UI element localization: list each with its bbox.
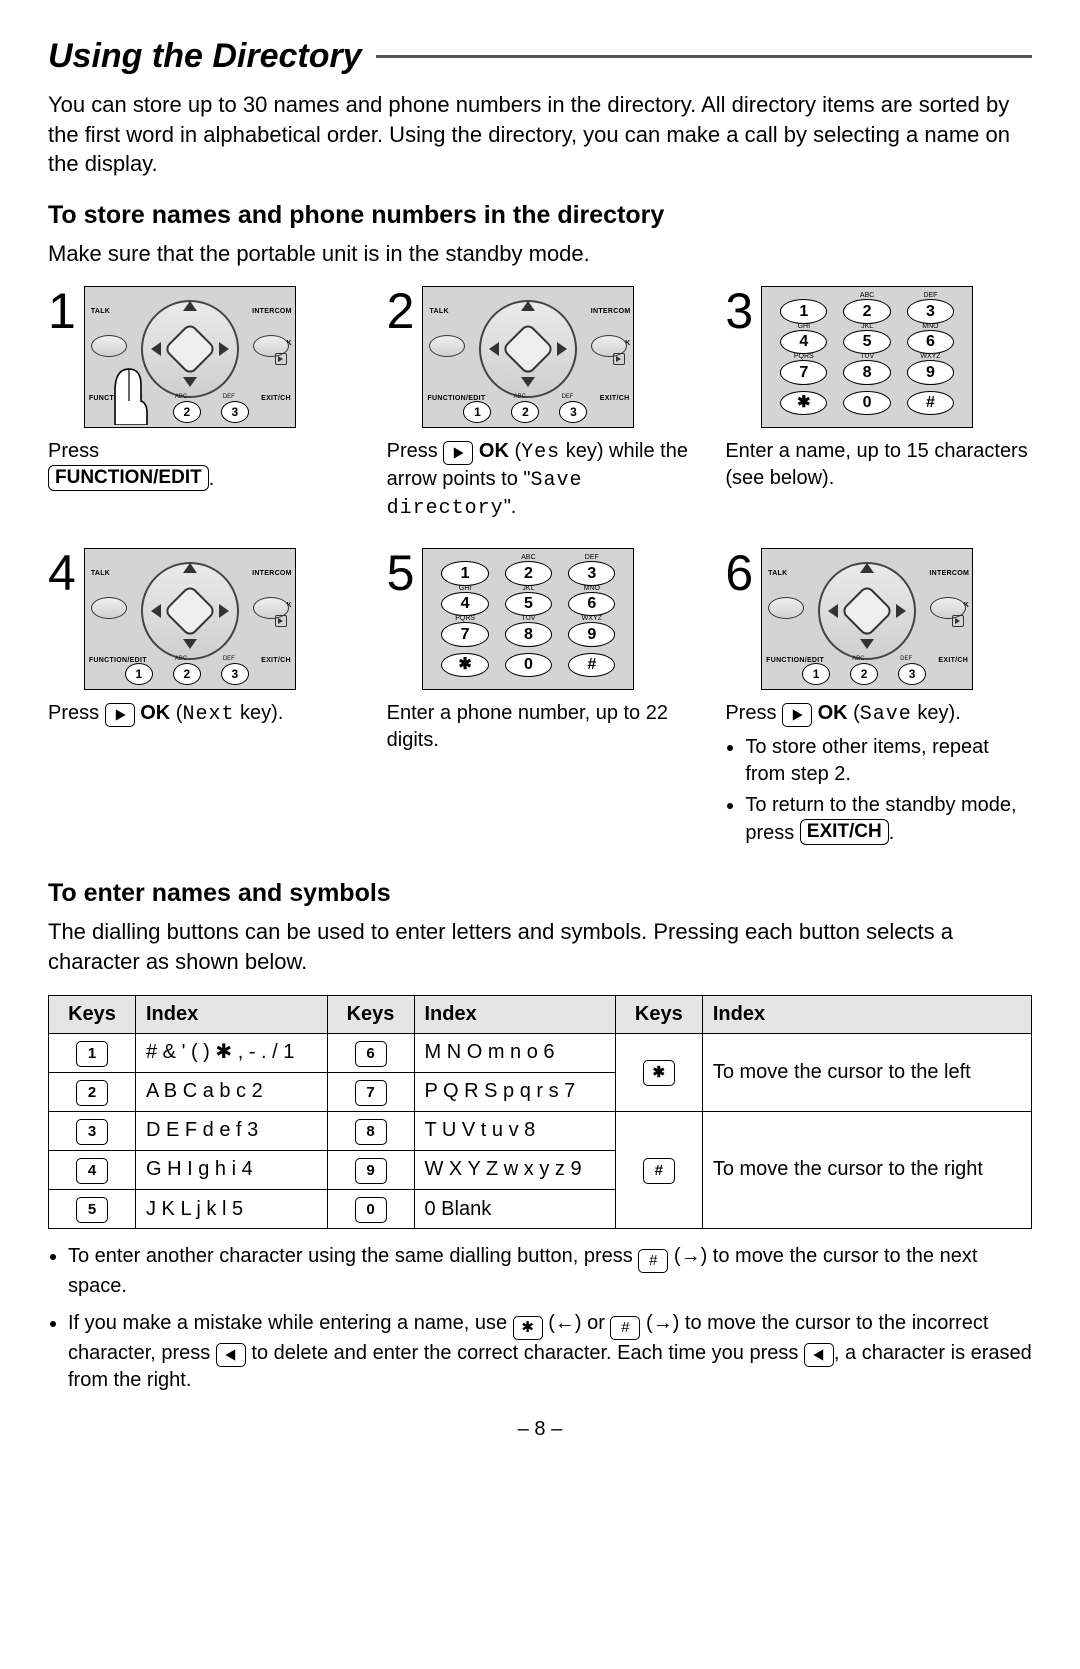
step-5: 5 1 ABC2 DEF3 GHI4 JKL5 MNO6 PQRS7 TUV8 … [387, 548, 694, 851]
ok-right-key-icon [105, 703, 135, 727]
step-2-illustration: TALK INTERCOM FUNCTION/EDIT EXIT/CH ►OK … [422, 286, 634, 428]
step-3-caption: Enter a name, up to 15 characters (see b… [725, 438, 1032, 492]
key-7-icon: 7 [355, 1080, 387, 1106]
th-keys-2: Keys [327, 995, 414, 1033]
step-4-caption: Press OK (Next key). [48, 700, 355, 728]
key-2-icon: 2 [173, 401, 201, 423]
th-index-1: Index [136, 995, 328, 1033]
keypad-icon: 1 ABC2 DEF3 GHI4 JKL5 MNO6 PQRS7 TUV8 WX… [423, 549, 633, 689]
tiny-abc: ABC [175, 393, 187, 401]
footer-notes: To enter another character using the sam… [48, 1243, 1032, 1394]
step-6-caption: Press OK (Save key). To store other item… [725, 700, 1032, 851]
keypad-icon: 1 ABC2 DEF3 GHI4 JKL5 MNO6 PQRS7 TUV8 WX… [762, 287, 972, 427]
key-3-icon: 3 [221, 401, 249, 423]
oval-talk-button [91, 335, 127, 357]
step-5-num: 5 [387, 548, 415, 598]
key-5-icon: 5 [76, 1197, 108, 1223]
step-1: 1 TALK INTERCOM FUNCTION/EDIT EXIT/CH ►O… [48, 286, 355, 522]
key-9-icon: 9 [355, 1158, 387, 1184]
key-1-icon: 1 [76, 1041, 108, 1067]
key-6-icon: 6 [355, 1041, 387, 1067]
step-5-caption: Enter a phone number, up to 22 digits. [387, 700, 694, 754]
step-1-num: 1 [48, 286, 76, 336]
label-exit-ch: EXIT/CH [261, 394, 291, 403]
ok-right-key-icon [443, 441, 473, 465]
step-6-bullet-1: To store other items, repeat from step 2… [745, 734, 1032, 788]
page-title-text: Using the Directory [48, 34, 362, 80]
th-index-2: Index [414, 995, 615, 1033]
dpad-up-icon [183, 301, 197, 311]
th-keys-1: Keys [49, 995, 136, 1033]
steps-grid: 1 TALK INTERCOM FUNCTION/EDIT EXIT/CH ►O… [48, 286, 1032, 851]
dpad-left-icon [151, 342, 161, 356]
key-star-icon: ✱ [643, 1060, 675, 1086]
step-3: 3 1 ABC2 DEF3 GHI4 JKL5 MNO6 PQRS7 TUV8 … [725, 286, 1032, 522]
tiny-def: DEF [223, 393, 235, 401]
title-rule [376, 55, 1032, 58]
step-4-illustration: TALK INTERCOM FUNCTION/EDIT EXIT/CH ►OK … [84, 548, 296, 690]
dpad-down-icon [183, 377, 197, 387]
function-edit-keycap: FUNCTION/EDIT [48, 465, 209, 491]
left-key-icon [216, 1343, 246, 1367]
step-3-illustration: 1 ABC2 DEF3 GHI4 JKL5 MNO6 PQRS7 TUV8 WX… [761, 286, 973, 428]
step-2-num: 2 [387, 286, 415, 336]
enter-intro: The dialling buttons can be used to ente… [48, 917, 1032, 976]
enter-heading: To enter names and symbols [48, 877, 1032, 911]
label-talk: TALK [91, 307, 110, 316]
step-6-illustration: TALK INTERCOM FUNCTION/EDIT EXIT/CH ►OK … [761, 548, 973, 690]
key-8-icon: 8 [355, 1119, 387, 1145]
step-2-caption: Press OK (Yes key) while the arrow point… [387, 438, 694, 522]
exit-ch-keycap: EXIT/CH [800, 819, 889, 845]
hash-key-icon: # [638, 1249, 668, 1273]
step-1-illustration: TALK INTERCOM FUNCTION/EDIT EXIT/CH ►OK … [84, 286, 296, 428]
step-5-illustration: 1 ABC2 DEF3 GHI4 JKL5 MNO6 PQRS7 TUV8 WX… [422, 548, 634, 690]
key-index-table: Keys Index Keys Index Keys Index 1 # & '… [48, 995, 1032, 1230]
key-4-icon: 4 [76, 1158, 108, 1184]
key-3-icon: 3 [76, 1119, 108, 1145]
key-0-icon: 0 [355, 1197, 387, 1223]
step-6-bullet-2: To return to the standby mode, press EXI… [745, 792, 1032, 847]
th-index-3: Index [702, 995, 1031, 1033]
intro-paragraph: You can store up to 30 names and phone n… [48, 90, 1032, 179]
step-4-num: 4 [48, 548, 76, 598]
store-note: Make sure that the portable unit is in t… [48, 239, 1032, 269]
th-keys-3: Keys [615, 995, 702, 1033]
step-2: 2 TALK INTERCOM FUNCTION/EDIT EXIT/CH ►O… [387, 286, 694, 522]
step-6-num: 6 [725, 548, 753, 598]
star-key-icon: ✱ [513, 1316, 543, 1340]
note-2: If you make a mistake while entering a n… [68, 1310, 1032, 1394]
finger-press-icon [107, 361, 153, 425]
label-intercom: INTERCOM [252, 307, 292, 316]
ok-right-key-icon [782, 703, 812, 727]
table-row: 1 # & ' ( ) ✱ , - . / 1 6 M N O m n o 6 … [49, 1033, 1032, 1072]
key-2-icon: 2 [76, 1080, 108, 1106]
key-hash-icon: # [643, 1158, 675, 1184]
step-3-num: 3 [725, 286, 753, 336]
page-title: Using the Directory [48, 34, 1032, 80]
step-1-caption: Press FUNCTION/EDIT. [48, 438, 355, 493]
step-4: 4 TALK INTERCOM FUNCTION/EDIT EXIT/CH ►O… [48, 548, 355, 851]
store-heading: To store names and phone numbers in the … [48, 199, 1032, 233]
ok-small-icon [275, 353, 287, 365]
table-row: 3 D E F d e f 3 8 T U V t u v 8 # To mov… [49, 1111, 1032, 1150]
step-6: 6 TALK INTERCOM FUNCTION/EDIT EXIT/CH ►O… [725, 548, 1032, 851]
note-1: To enter another character using the sam… [68, 1243, 1032, 1300]
left-key-icon [804, 1343, 834, 1367]
page-number: – 8 – [48, 1416, 1032, 1443]
dpad-right-icon [219, 342, 229, 356]
hash-key-icon: # [610, 1316, 640, 1340]
